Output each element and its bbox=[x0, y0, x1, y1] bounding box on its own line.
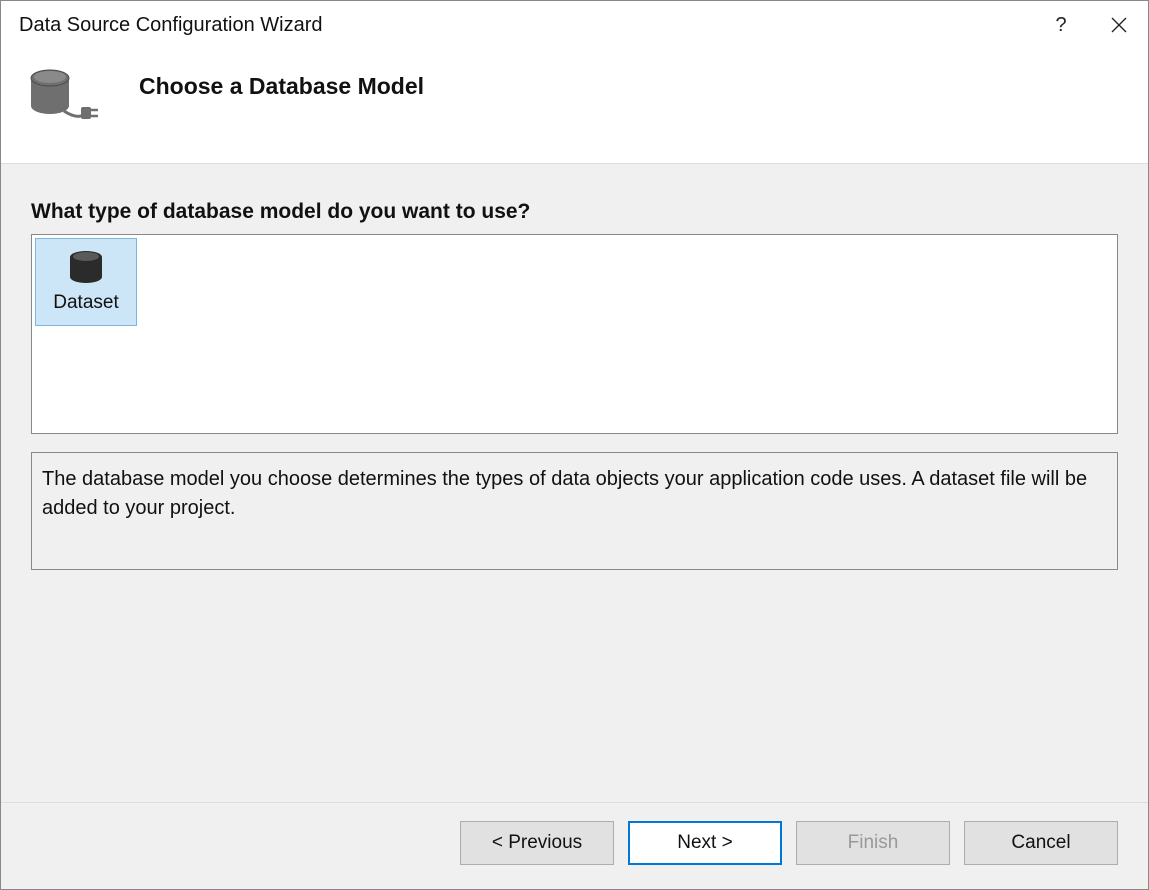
model-description: The database model you choose determines… bbox=[31, 452, 1118, 570]
wizard-header: Choose a Database Model bbox=[1, 49, 1148, 163]
model-item-label: Dataset bbox=[53, 292, 118, 314]
titlebar: Data Source Configuration Wizard ? bbox=[1, 1, 1148, 49]
database-icon bbox=[66, 250, 106, 286]
model-question: What type of database model do you want … bbox=[31, 200, 1118, 224]
finish-button: Finish bbox=[796, 821, 950, 865]
help-button[interactable]: ? bbox=[1032, 1, 1090, 49]
wizard-footer: < Previous Next > Finish Cancel bbox=[1, 802, 1148, 889]
wizard-body: What type of database model do you want … bbox=[1, 163, 1148, 802]
previous-button[interactable]: < Previous bbox=[460, 821, 614, 865]
model-list[interactable]: Dataset bbox=[31, 234, 1118, 434]
window-title: Data Source Configuration Wizard bbox=[19, 14, 322, 37]
cancel-button[interactable]: Cancel bbox=[964, 821, 1118, 865]
close-button[interactable] bbox=[1090, 1, 1148, 49]
header-title: Choose a Database Model bbox=[139, 67, 424, 100]
titlebar-controls: ? bbox=[1032, 1, 1148, 49]
next-button[interactable]: Next > bbox=[628, 821, 782, 865]
help-icon: ? bbox=[1055, 14, 1066, 37]
model-item-dataset[interactable]: Dataset bbox=[35, 238, 137, 326]
close-icon bbox=[1111, 17, 1127, 33]
database-plug-icon bbox=[23, 67, 103, 131]
